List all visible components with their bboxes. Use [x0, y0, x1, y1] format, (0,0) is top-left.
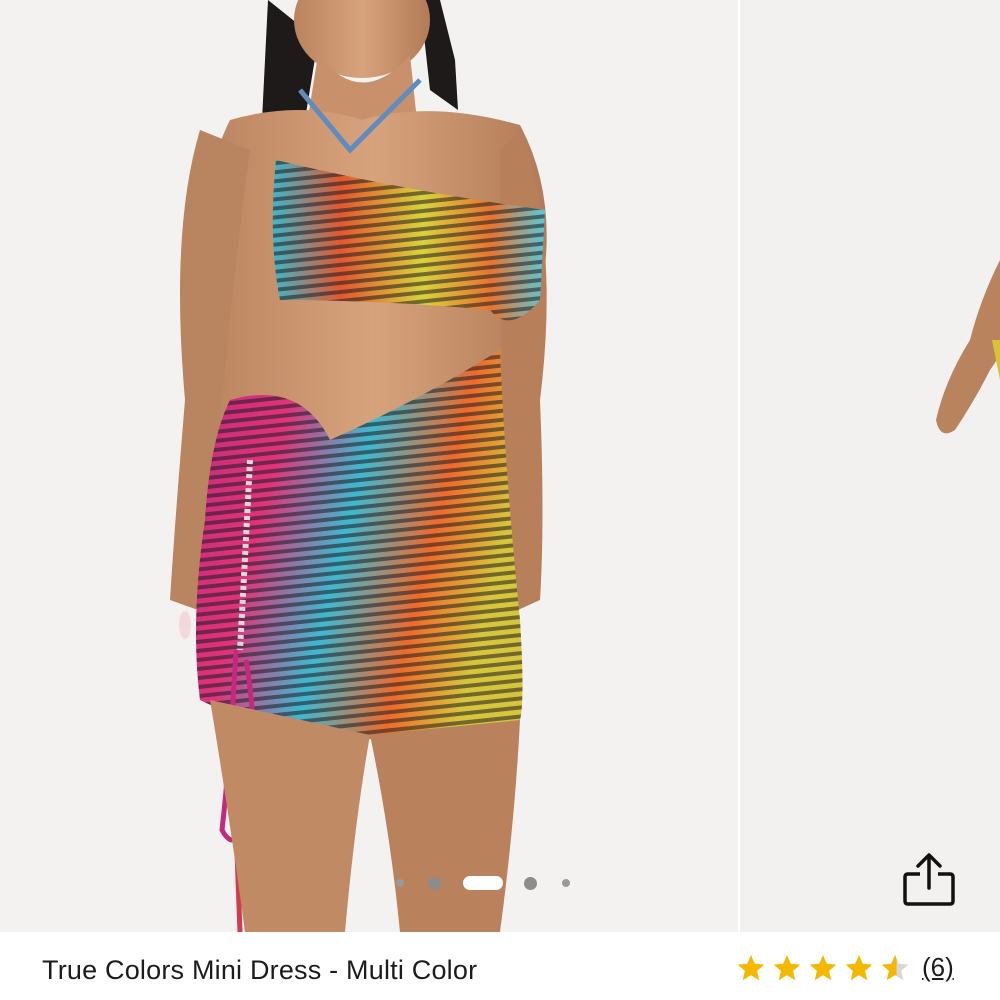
star-icon	[773, 955, 801, 981]
star-icon	[845, 955, 873, 981]
star-half-icon	[881, 955, 909, 981]
share-button[interactable]	[898, 850, 960, 912]
pagination-dot-4[interactable]	[524, 877, 537, 890]
pagination-dot-5[interactable]	[562, 879, 570, 887]
review-count-link[interactable]: (6)	[922, 952, 954, 983]
rating-stars	[736, 953, 916, 983]
pagination-dot-1[interactable]	[396, 879, 404, 887]
product-image-next[interactable]	[740, 0, 1000, 932]
pagination-dot-2[interactable]	[428, 877, 441, 890]
star-icon	[737, 955, 765, 981]
gallery-pagination[interactable]	[390, 873, 580, 893]
product-photo	[170, 0, 547, 932]
product-image-main[interactable]	[0, 0, 738, 932]
pagination-dot-active[interactable]	[463, 876, 503, 890]
star-icon	[809, 955, 837, 981]
product-title: True Colors Mini Dress - Multi Color	[42, 955, 478, 985]
product-image-gallery[interactable]	[0, 0, 1000, 932]
share-icon	[903, 853, 955, 906]
product-photo-next	[936, 260, 1000, 434]
